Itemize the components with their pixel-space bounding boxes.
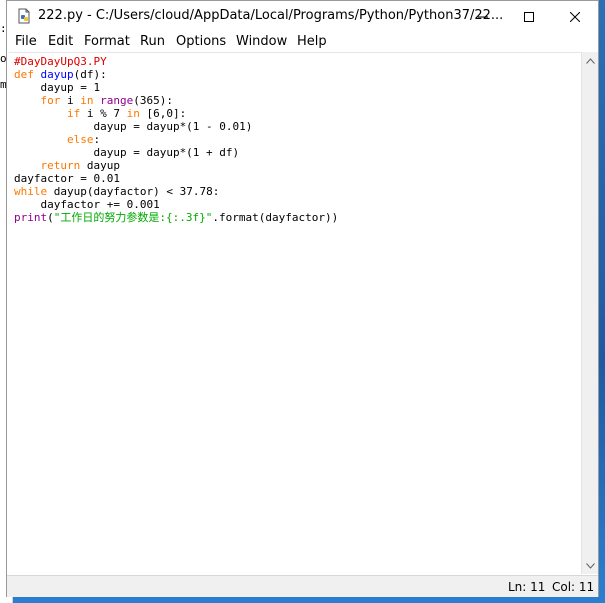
code-token: dayfactor = 0.01 <box>14 172 120 185</box>
menu-help[interactable]: Help <box>297 34 327 49</box>
menu-run[interactable]: Run <box>140 34 165 49</box>
idle-editor-window: 222.py - C:/Users/cloud/AppData/Local/Pr… <box>6 0 599 597</box>
menu-format[interactable]: Format <box>84 34 130 49</box>
code-token: print <box>14 211 48 224</box>
minimize-button[interactable] <box>460 1 506 32</box>
code-token: : <box>93 133 101 146</box>
menu-options[interactable]: Options <box>176 34 226 49</box>
code-token: while <box>14 185 48 198</box>
code-token: dayup = dayup*(1 + df) <box>14 146 240 159</box>
code-line: dayfactor = 0.01 <box>14 172 338 185</box>
code-token: (df): <box>73 68 107 81</box>
code-token: #DayDayUpQ3.PY <box>14 55 107 68</box>
code-token: dayfactor += 0.001 <box>14 198 160 211</box>
menu-bar: File Edit Format Run Options Window Help <box>7 32 598 52</box>
code-token: dayup = 1 <box>14 81 101 94</box>
code-token: (365): <box>133 94 173 107</box>
code-token: def <box>14 68 34 81</box>
status-column: Col: 11 <box>552 580 595 594</box>
code-line: dayup = dayup*(1 - 0.01) <box>14 120 338 133</box>
vertical-scrollbar[interactable] <box>581 52 598 574</box>
chevron-up-icon <box>585 57 595 64</box>
status-line: Ln: 11 <box>508 580 546 594</box>
code-token: i <box>60 94 81 107</box>
code-line: else: <box>14 133 338 146</box>
code-line: print("工作日的努力参数是:{:.3f}".format(dayfacto… <box>14 211 338 224</box>
code-token: if <box>66 107 81 120</box>
code-token: range <box>100 94 134 107</box>
code-line: dayup = 1 <box>14 81 338 94</box>
code-token: .format(dayfactor)) <box>212 211 339 224</box>
code-line: dayup = dayup*(1 + df) <box>14 146 338 159</box>
code-token: dayup <box>40 68 74 81</box>
code-line: if i % 7 in [6,0]: <box>14 107 338 120</box>
menu-window[interactable]: Window <box>236 34 287 49</box>
code-token: else <box>66 133 94 146</box>
code-token: ( <box>47 211 54 224</box>
code-token: dayup <box>80 159 120 172</box>
close-icon <box>570 11 580 22</box>
code-line: for i in range(365): <box>14 94 338 107</box>
title-bar[interactable]: 222.py - C:/Users/cloud/AppData/Local/Pr… <box>7 1 598 32</box>
chevron-down-icon <box>585 562 595 569</box>
window-title: 222.py - C:/Users/cloud/AppData/Local/Pr… <box>38 8 504 23</box>
close-button[interactable] <box>552 1 598 32</box>
code-text[interactable]: #DayDayUpQ3.PY def dayup(df): dayup = 1 f… <box>14 55 338 224</box>
menu-edit[interactable]: Edit <box>48 34 73 49</box>
code-token: return <box>40 159 81 172</box>
code-line: return dayup <box>14 159 338 172</box>
python-file-icon <box>16 8 32 24</box>
code-line: while dayup(dayfactor) < 37.78: <box>14 185 338 198</box>
code-token: [6,0]: <box>139 107 187 120</box>
code-token: in <box>80 94 94 107</box>
maximize-button[interactable] <box>506 1 552 32</box>
code-token: dayup = dayup*(1 - 0.01) <box>14 120 253 133</box>
scroll-down-button[interactable] <box>582 557 598 574</box>
code-line: #DayDayUpQ3.PY <box>14 55 338 68</box>
minimize-icon <box>478 16 488 17</box>
code-line: def dayup(df): <box>14 68 338 81</box>
code-token: dayup(dayfactor) < 37.78: <box>47 185 220 198</box>
code-token: "工作日的努力参数是:{:.3f}" <box>53 211 213 224</box>
code-token: in <box>126 107 140 120</box>
code-line: dayfactor += 0.001 <box>14 198 338 211</box>
code-token: for <box>40 94 61 107</box>
scroll-up-button[interactable] <box>582 52 598 69</box>
menu-file[interactable]: File <box>15 34 37 49</box>
maximize-icon <box>524 11 534 22</box>
status-bar: Ln: 11 Col: 11 <box>7 575 598 597</box>
code-token: i % 7 <box>80 107 127 120</box>
code-editor[interactable]: #DayDayUpQ3.PY def dayup(df): dayup = 1 f… <box>9 52 581 575</box>
